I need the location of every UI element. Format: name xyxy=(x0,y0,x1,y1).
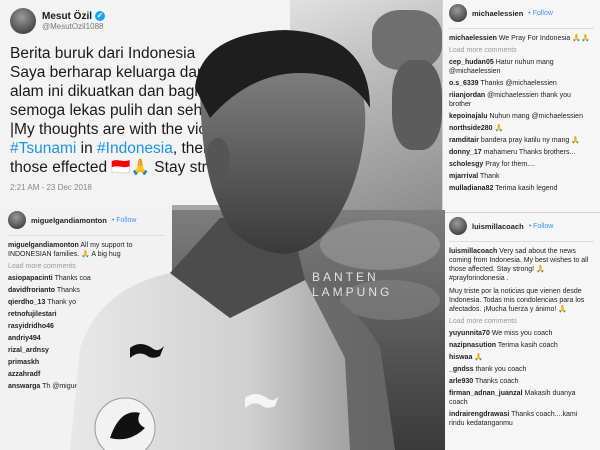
comment-username[interactable]: nazipnasution xyxy=(449,342,496,349)
comment-username[interactable]: donny_17 xyxy=(449,149,482,156)
comment-username[interactable]: primaskh xyxy=(8,359,39,366)
follow-label[interactable]: Follow xyxy=(533,10,553,17)
comment-item: mjarrival Thank xyxy=(449,172,594,181)
comment-username[interactable]: hiswaa xyxy=(449,354,472,361)
comment-item: _gndss thank you coach xyxy=(449,365,594,374)
comment-item: o.s_6339 Thanks @michaelessien xyxy=(449,79,594,88)
caption-text: We Pray For Indonesia 🙏🙏 xyxy=(498,35,590,42)
comment-item: firman_adnan_juanzal Makasih duanya coac… xyxy=(449,389,594,407)
comment-list: cep_hudan05 Hatur nuhun mang @michaeless… xyxy=(449,58,594,193)
footballer-photo xyxy=(70,30,395,450)
comment-username[interactable]: riianjordan xyxy=(449,92,485,99)
comment-username[interactable]: kepoinajalu xyxy=(449,113,488,120)
comment-item: kepoinajalu Nuhun mang @michaelessien xyxy=(449,112,594,121)
caption-username[interactable]: michaelessien xyxy=(449,35,497,42)
post-header: luismillacoach • Follow xyxy=(449,217,594,242)
comment-username[interactable]: azzahradf xyxy=(8,371,40,378)
comment-username[interactable]: davidfrorianto xyxy=(8,287,55,294)
load-more-comments[interactable]: Load more comments xyxy=(449,317,594,326)
comment-text: Thanks @michaelessien xyxy=(480,80,557,87)
comment-item: scholesgy Pray for them.... xyxy=(449,160,594,169)
post-caption: michaelessien We Pray For Indonesia 🙏🙏 xyxy=(449,34,594,43)
comment-text: Thanks coach xyxy=(474,378,519,385)
comment-item: yuyunnita70 We miss you coach xyxy=(449,329,594,338)
comment-item: hiswaa 🙏 xyxy=(449,353,594,362)
post-username[interactable]: michaelessien xyxy=(472,9,523,18)
comment-username[interactable]: retnofujilestari xyxy=(8,311,57,318)
watermark-line: BANTEN xyxy=(312,270,379,284)
comment-username[interactable]: qierdho_13 xyxy=(8,299,45,306)
avatar[interactable] xyxy=(10,8,36,34)
comment-item: donny_17 mahameru Thanks brothers... xyxy=(449,148,594,157)
comment-text: mahameru Thanks brothers... xyxy=(483,149,576,156)
watermark-line: LAMPUNG xyxy=(312,285,393,299)
comment-username[interactable]: ramditair xyxy=(449,137,479,144)
comment-username[interactable]: indrairengdrawasi xyxy=(449,411,509,418)
comment-text: thank you coach xyxy=(475,366,527,373)
caption-text-spanish: Muy triste por la noticias que vienen de… xyxy=(449,288,585,313)
caption-username[interactable]: luismillacoach xyxy=(449,248,497,255)
comment-text: 🙏 xyxy=(494,125,504,132)
comment-username[interactable]: mulladiana82 xyxy=(449,185,493,192)
comment-username[interactable]: _gndss xyxy=(449,366,474,373)
comment-username[interactable]: rizal_ardnsy xyxy=(8,347,49,354)
comment-username[interactable]: northside280 xyxy=(449,125,493,132)
comment-username[interactable]: scholesgy xyxy=(449,161,483,168)
comment-text: Terima kasih coach xyxy=(497,342,558,349)
comment-username[interactable]: answarga xyxy=(8,383,40,390)
comment-item: ramditair bandera pray katilu ny mang 🙏 xyxy=(449,136,594,145)
comment-list: yuyunnita70 We miss you coach nazipnasuti… xyxy=(449,329,594,428)
follow-link[interactable]: • Follow xyxy=(529,222,554,231)
ear xyxy=(206,138,230,178)
comment-text: Pray for them.... xyxy=(485,161,535,168)
comment-item: riianjordan @michaelessien thank you bro… xyxy=(449,91,594,109)
comment-username[interactable]: firman_adnan_juanzal xyxy=(449,390,523,397)
comment-item: northside280 🙏 xyxy=(449,124,594,133)
comment-text: Nuhun mang @michaelessien xyxy=(489,113,583,120)
comment-item: nazipnasution Terima kasih coach xyxy=(449,341,594,350)
instagram-post-michaelessien: michaelessien • Follow michaelessien We … xyxy=(442,0,600,212)
comment-username[interactable]: arle930 xyxy=(449,378,473,385)
comment-item: cep_hudan05 Hatur nuhun mang @michaeless… xyxy=(449,58,594,76)
comment-username[interactable]: mjarrival xyxy=(449,173,478,180)
comment-item: indrairengdrawasi Thanks coach....kami r… xyxy=(449,410,594,428)
comment-username[interactable]: cep_hudan05 xyxy=(449,59,494,66)
post-header: michaelessien • Follow xyxy=(449,4,594,29)
comment-username[interactable]: yuyunnita70 xyxy=(449,330,490,337)
load-more-comments[interactable]: Load more comments xyxy=(449,46,594,55)
comment-username[interactable]: rasyidridho46 xyxy=(8,323,54,330)
comment-text: Terima kasih legend xyxy=(495,185,558,192)
watermark: BANTEN LAMPUNG xyxy=(312,270,392,300)
avatar[interactable] xyxy=(449,217,467,235)
comment-text: We miss you coach xyxy=(491,330,553,337)
comment-text: 🙏 xyxy=(474,354,484,361)
comment-username[interactable]: o.s_6339 xyxy=(449,80,479,87)
follow-label[interactable]: Follow xyxy=(533,223,553,230)
comment-username[interactable]: andriy494 xyxy=(8,335,41,342)
follow-link[interactable]: • Follow xyxy=(528,9,553,18)
comment-text: Thank xyxy=(480,173,500,180)
post-username[interactable]: luismillacoach xyxy=(472,222,524,231)
instagram-post-luismillacoach: luismillacoach • Follow luismillacoach V… xyxy=(442,212,600,450)
avatar[interactable] xyxy=(8,211,26,229)
comment-item: mulladiana82 Terima kasih legend xyxy=(449,184,594,193)
collage: Mesut Özil ✓ @MesutOzil1088 Berita buruk … xyxy=(0,0,600,450)
post-caption: luismillacoach Very sad about the news c… xyxy=(449,247,594,283)
comment-username[interactable]: asiopapacinti xyxy=(8,275,53,282)
comment-item: arle930 Thanks coach xyxy=(449,377,594,386)
avatar[interactable] xyxy=(449,4,467,22)
comment-text: bandera pray katilu ny mang 🙏 xyxy=(480,137,580,144)
